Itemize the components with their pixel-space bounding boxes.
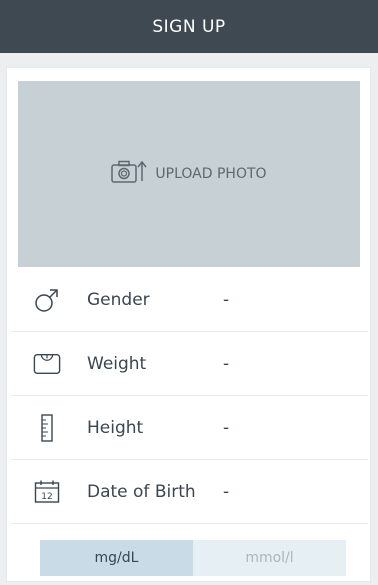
gender-label: Gender: [87, 289, 150, 310]
camera-rotate-icon: [111, 159, 149, 189]
glucose-unit-toggle: mg/dL mmol/l: [40, 540, 346, 576]
calendar-icon-day: 12: [41, 492, 52, 502]
calendar-icon: 12: [33, 478, 61, 506]
gender-value: -: [223, 289, 230, 310]
signup-frame: UPLOAD PHOTO Gender - Weight - Height - …: [0, 53, 378, 585]
signup-card: UPLOAD PHOTO Gender - Weight - Height - …: [6, 67, 371, 582]
height-field[interactable]: Height -: [11, 396, 368, 460]
unit-mmoll-option[interactable]: mmol/l: [193, 540, 346, 576]
unit-mgdl-option[interactable]: mg/dL: [40, 540, 193, 576]
date-of-birth-field[interactable]: 12 Date of Birth -: [11, 460, 368, 524]
date-of-birth-value: -: [223, 481, 230, 502]
upload-photo-button[interactable]: UPLOAD PHOTO: [18, 81, 360, 267]
weight-field[interactable]: Weight -: [11, 332, 368, 396]
weight-label: Weight: [87, 353, 147, 374]
height-label: Height: [87, 417, 144, 438]
male-icon: [33, 286, 61, 314]
height-value: -: [223, 417, 230, 438]
scale-icon: [33, 350, 61, 378]
weight-value: -: [223, 353, 230, 374]
top-bar: SIGN UP: [0, 0, 378, 53]
upload-photo-content: UPLOAD PHOTO: [111, 159, 267, 189]
ruler-icon: [33, 413, 61, 442]
page-title: SIGN UP: [152, 16, 226, 37]
gender-field[interactable]: Gender -: [11, 268, 368, 332]
date-of-birth-label: Date of Birth: [87, 481, 196, 502]
upload-photo-label: UPLOAD PHOTO: [155, 166, 267, 182]
